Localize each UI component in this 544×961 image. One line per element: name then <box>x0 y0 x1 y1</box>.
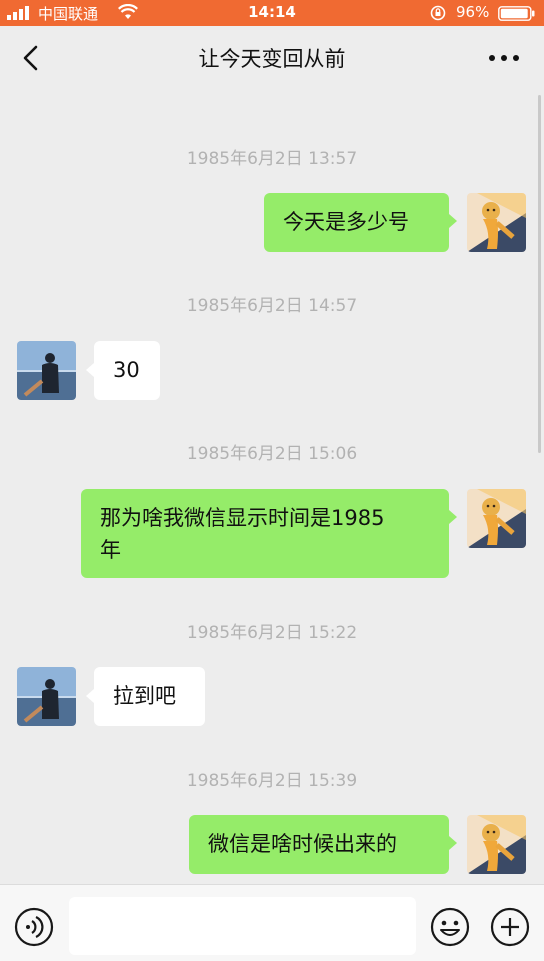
signal-icon <box>7 6 29 20</box>
bubble-tail <box>86 689 94 703</box>
my-message-bubble[interactable]: 微信是啥时候出来的 <box>189 815 449 874</box>
my-avatar[interactable] <box>467 815 526 874</box>
battery-percent: 96% <box>456 3 490 21</box>
contact-avatar[interactable] <box>17 341 76 400</box>
message-text: 今天是多少号 <box>283 210 409 234</box>
bubble-tail <box>449 836 457 850</box>
message-timestamp: 1985年6月2日 15:06 <box>186 444 358 464</box>
battery-icon <box>498 6 535 21</box>
message-text-line: 年 <box>100 538 121 562</box>
more-button[interactable] <box>484 44 524 72</box>
message-timestamp: 1985年6月2日 13:57 <box>186 149 358 169</box>
chat-header: 让今天变回从前 <box>0 26 544 88</box>
bubble-tail <box>86 363 94 377</box>
contact-message-bubble[interactable]: 拉到吧 <box>94 667 205 726</box>
my-avatar[interactable] <box>467 489 526 548</box>
message-text: 拉到吧 <box>113 684 176 708</box>
wifi-icon <box>118 4 138 19</box>
message-timestamp: 1985年6月2日 15:22 <box>186 623 358 643</box>
bubble-tail <box>449 510 457 524</box>
message-text: 微信是啥时候出来的 <box>208 832 397 856</box>
scrollbar[interactable] <box>538 95 541 453</box>
contact-avatar[interactable] <box>17 667 76 726</box>
input-bar <box>0 884 544 961</box>
carrier-label: 中国联通 <box>38 5 99 23</box>
status-bar: 中国联通 14:14 96% <box>0 0 544 26</box>
my-message-bubble[interactable]: 今天是多少号 <box>264 193 449 252</box>
message-text-line: 那为啥我微信显示时间是1985 <box>100 506 385 530</box>
emoji-icon[interactable] <box>430 907 470 947</box>
bubble-tail <box>449 214 457 228</box>
rotation-lock-icon <box>430 5 446 21</box>
chat-title: 让今天变回从前 <box>198 47 346 71</box>
my-avatar[interactable] <box>467 193 526 252</box>
message-input[interactable] <box>69 897 416 955</box>
plus-icon[interactable] <box>490 907 530 947</box>
message-text: 30 <box>113 358 140 382</box>
message-timestamp: 1985年6月2日 14:57 <box>186 296 358 316</box>
my-message-bubble[interactable]: 那为啥我微信显示时间是1985 年 <box>81 489 449 578</box>
voice-icon[interactable] <box>14 907 54 947</box>
message-timestamp: 1985年6月2日 15:39 <box>186 771 358 791</box>
back-button[interactable] <box>18 44 46 72</box>
contact-message-bubble[interactable]: 30 <box>94 341 160 400</box>
